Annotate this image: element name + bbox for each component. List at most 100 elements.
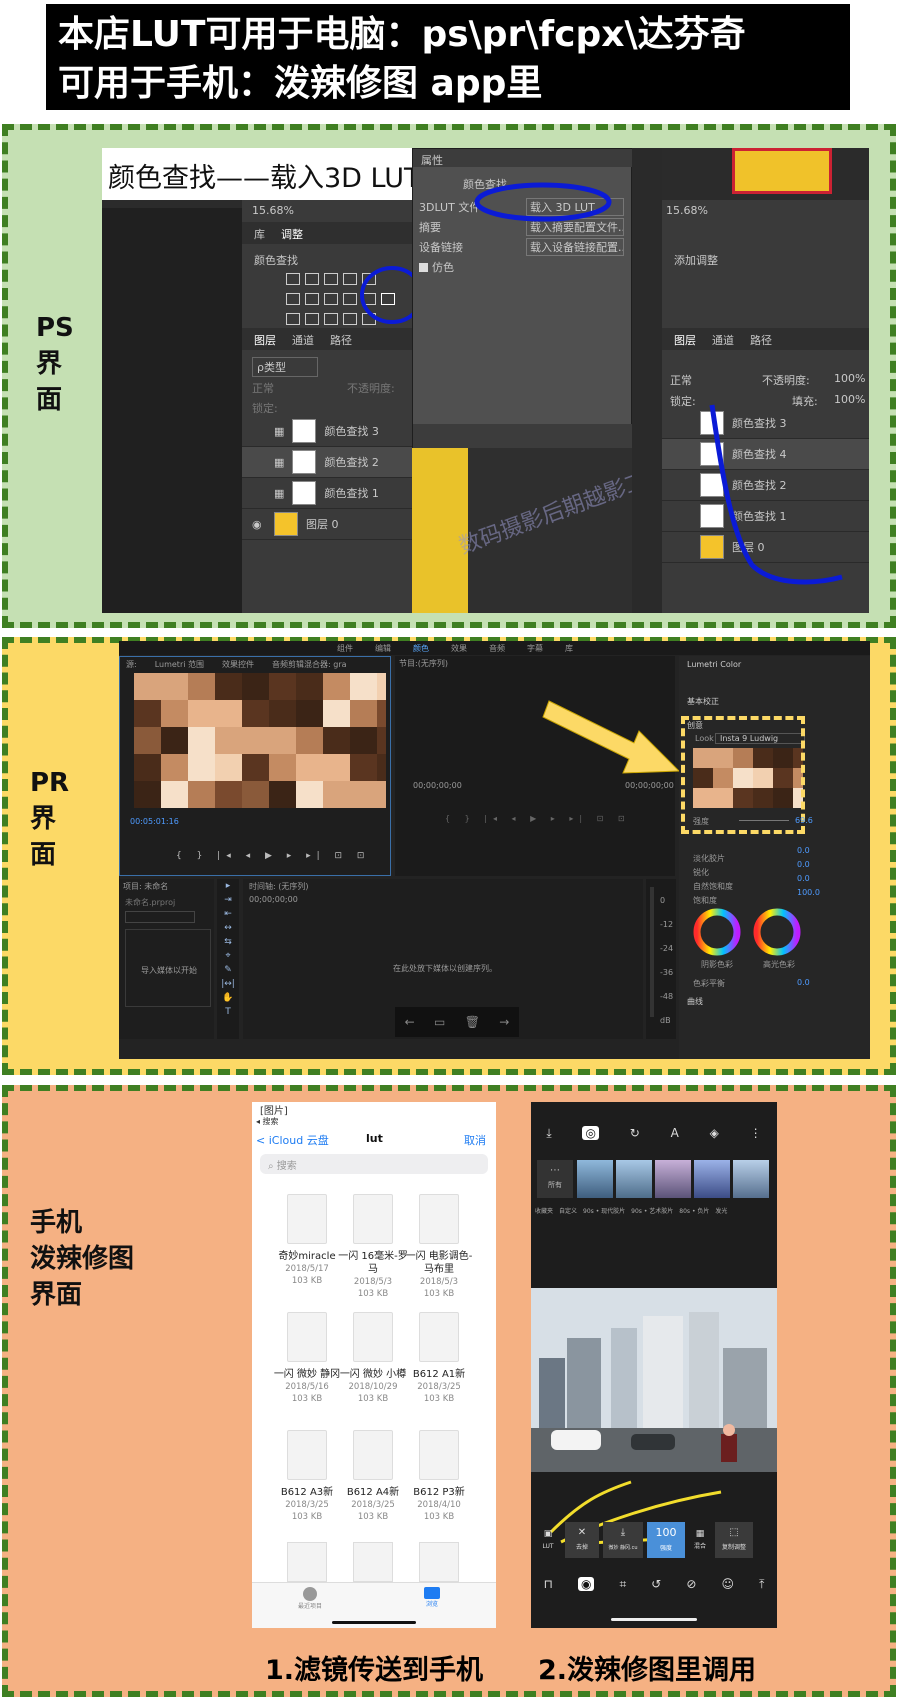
text-icon[interactable]: A: [671, 1126, 679, 1140]
ws-effects[interactable]: 效果: [451, 643, 467, 654]
file-item[interactable]: B612 A3新 2018/3/25 103 KB: [272, 1430, 342, 1523]
lut-button[interactable]: ▣ LUT: [535, 1528, 561, 1553]
tools-panel[interactable]: ▸ ⇥ ⇤ ↔ ⇆ ⌖ ✎ |↔| ✋ T: [217, 879, 239, 1039]
filter-thumb[interactable]: [577, 1160, 613, 1198]
ws-editing[interactable]: 编辑: [375, 643, 391, 654]
filter-tool-icon[interactable]: ◉: [577, 1577, 595, 1591]
crop-icon[interactable]: ⌗: [619, 1577, 626, 1592]
slider-value[interactable]: 0.0: [797, 846, 810, 855]
balance-icon[interactable]: [305, 293, 319, 305]
back-to-icloud[interactable]: < iCloud 云盘: [256, 1132, 329, 1148]
file-icon[interactable]: [287, 1542, 327, 1582]
ws-titles[interactable]: 字幕: [527, 643, 543, 654]
file-item[interactable]: B612 P3新 2018/4/10 103 KB: [404, 1430, 474, 1523]
strength-control[interactable]: 100 强度: [647, 1522, 685, 1558]
ws-audio[interactable]: 音频: [489, 643, 505, 654]
export-icon[interactable]: ⤒: [759, 1577, 764, 1592]
tab-paths-right[interactable]: 路径: [750, 332, 772, 347]
blend-mode-right[interactable]: 正常: [670, 372, 692, 388]
group-90s-modern[interactable]: 90s • 现代胶片: [583, 1206, 625, 1215]
tab-adjustments[interactable]: 调整: [281, 226, 303, 241]
effect-controls-tab[interactable]: 效果控件: [222, 659, 254, 670]
file-item[interactable]: 一闪 16毫米-罗马 2018/5/3 103 KB: [338, 1194, 408, 1300]
lut-file-button[interactable]: ⤓ 微妙 静冈.cu: [603, 1522, 643, 1558]
file-item[interactable]: 一闪 微妙 静冈 2018/5/16 103 KB: [272, 1312, 342, 1405]
group-custom[interactable]: 自定义: [559, 1206, 577, 1215]
file-item[interactable]: 一闪 电影调色-马布里 2018/5/3 103 KB: [404, 1194, 474, 1300]
tab-layers-right[interactable]: 图层: [674, 332, 696, 347]
rotate-tool-icon[interactable]: ↺: [651, 1577, 661, 1591]
invert-icon[interactable]: [286, 313, 300, 325]
load-devicelink-dropdown[interactable]: 载入设备链接配置...: [526, 238, 624, 256]
filters-icon[interactable]: ◎: [582, 1126, 599, 1140]
opacity-value[interactable]: 100%: [834, 372, 865, 385]
group-90s-art[interactable]: 90s • 艺术胶片: [631, 1206, 673, 1215]
group-glow[interactable]: 发光: [715, 1206, 727, 1215]
color-wheels[interactable]: [689, 906, 809, 966]
filter-thumbnails[interactable]: [577, 1160, 777, 1198]
intensity-slider[interactable]: [739, 820, 789, 821]
tab-library[interactable]: 库: [254, 226, 265, 241]
filter-thumb[interactable]: [694, 1160, 730, 1198]
slider-value[interactable]: 0.0: [797, 874, 810, 883]
hue-icon[interactable]: [286, 293, 300, 305]
filter-thumb[interactable]: [733, 1160, 769, 1198]
tab-channels-right[interactable]: 通道: [712, 332, 734, 347]
rotate-icon[interactable]: ↻: [630, 1126, 640, 1140]
face-icon[interactable]: ☺: [722, 1577, 735, 1591]
slider-value[interactable]: 0.0: [797, 860, 810, 869]
tab-paths[interactable]: 路径: [330, 332, 352, 347]
filter-all[interactable]: ⋯ 所有: [537, 1160, 573, 1198]
tab-recent[interactable]: 最近项目: [290, 1587, 330, 1610]
file-item[interactable]: B612 A4新 2018/3/25 103 KB: [338, 1430, 408, 1523]
lumetri-scopes-tab[interactable]: Lumetri 范围: [155, 659, 204, 670]
posterize-icon[interactable]: [305, 313, 319, 325]
file-item[interactable]: 一闪 微妙 小樽 2018/10/29 103 KB: [338, 1312, 408, 1405]
option-devicelink-label[interactable]: 设备链接: [419, 239, 463, 255]
group-favorites[interactable]: 收藏夹: [535, 1206, 553, 1215]
program-transport-controls[interactable]: { } |◂ ◂ ▶ ▸ ▸| ⊡ ⊡: [445, 814, 631, 823]
filter-thumb[interactable]: [655, 1160, 691, 1198]
tab-layers[interactable]: 图层: [254, 332, 276, 347]
cancel-button[interactable]: 取消: [464, 1132, 486, 1148]
file-item[interactable]: B612 A1新 2018/3/25 103 KB: [404, 1312, 474, 1405]
file-icon[interactable]: [353, 1542, 393, 1582]
file-icon[interactable]: [419, 1542, 459, 1582]
blend-button[interactable]: ▦ 混合: [689, 1528, 711, 1553]
color-balance-value[interactable]: 0.0: [797, 978, 810, 987]
option-3dlut-label[interactable]: 3DLUT 文件: [419, 199, 480, 215]
layers-icon[interactable]: ◈: [710, 1126, 719, 1140]
tab-browse[interactable]: 浏览: [412, 1587, 452, 1608]
ws-color[interactable]: 颜色: [413, 643, 429, 654]
blend-mode[interactable]: 正常: [252, 380, 274, 396]
copy-adjust-button[interactable]: ⬚ 复制调整: [715, 1522, 753, 1558]
filter-thumb[interactable]: [616, 1160, 652, 1198]
more-icon[interactable]: ⋮: [750, 1126, 762, 1140]
eye-icon[interactable]: ◉: [252, 518, 266, 531]
dither-checkbox[interactable]: [419, 262, 428, 272]
file-item[interactable]: 奇妙miracle 2018/5/17 103 KB: [272, 1194, 342, 1287]
bag-icon[interactable]: ⊓: [544, 1577, 553, 1591]
back-hint[interactable]: ◂ 搜索: [256, 1116, 279, 1127]
curves-section[interactable]: 曲线: [687, 996, 703, 1007]
tab-channels[interactable]: 通道: [292, 332, 314, 347]
intensity-value[interactable]: 69.6: [795, 816, 813, 825]
project-search[interactable]: [125, 911, 195, 923]
option-abstract-label[interactable]: 摘要: [419, 219, 441, 235]
group-80s-negative[interactable]: 80s • 负片: [679, 1206, 709, 1215]
layer-kind-filter[interactable]: ρ类型: [252, 357, 318, 377]
source-transport-controls[interactable]: { } |◂ ◂ ▶ ▸ ▸| ⊡ ⊡: [176, 851, 370, 861]
audio-mixer-tab[interactable]: 音频剪辑混合器: gra: [272, 659, 347, 670]
ws-libraries[interactable]: 库: [565, 643, 573, 654]
remove-button[interactable]: ✕ 去掉: [565, 1522, 599, 1558]
levels-icon[interactable]: [305, 273, 319, 285]
ws-assembly[interactable]: 组件: [337, 643, 353, 654]
slider-value[interactable]: 100.0: [797, 888, 820, 897]
basic-correction[interactable]: 基本校正: [687, 696, 719, 707]
brightness-icon[interactable]: [286, 273, 300, 285]
retouch-icon[interactable]: ⊘: [686, 1577, 696, 1591]
import-icon[interactable]: ⤓: [546, 1126, 551, 1141]
timeline-nav-controls[interactable]: ← ▭ 🗑 →: [395, 1007, 519, 1037]
source-tab[interactable]: 源:: [126, 659, 137, 670]
search-field[interactable]: ⌕ 搜索: [260, 1154, 488, 1174]
